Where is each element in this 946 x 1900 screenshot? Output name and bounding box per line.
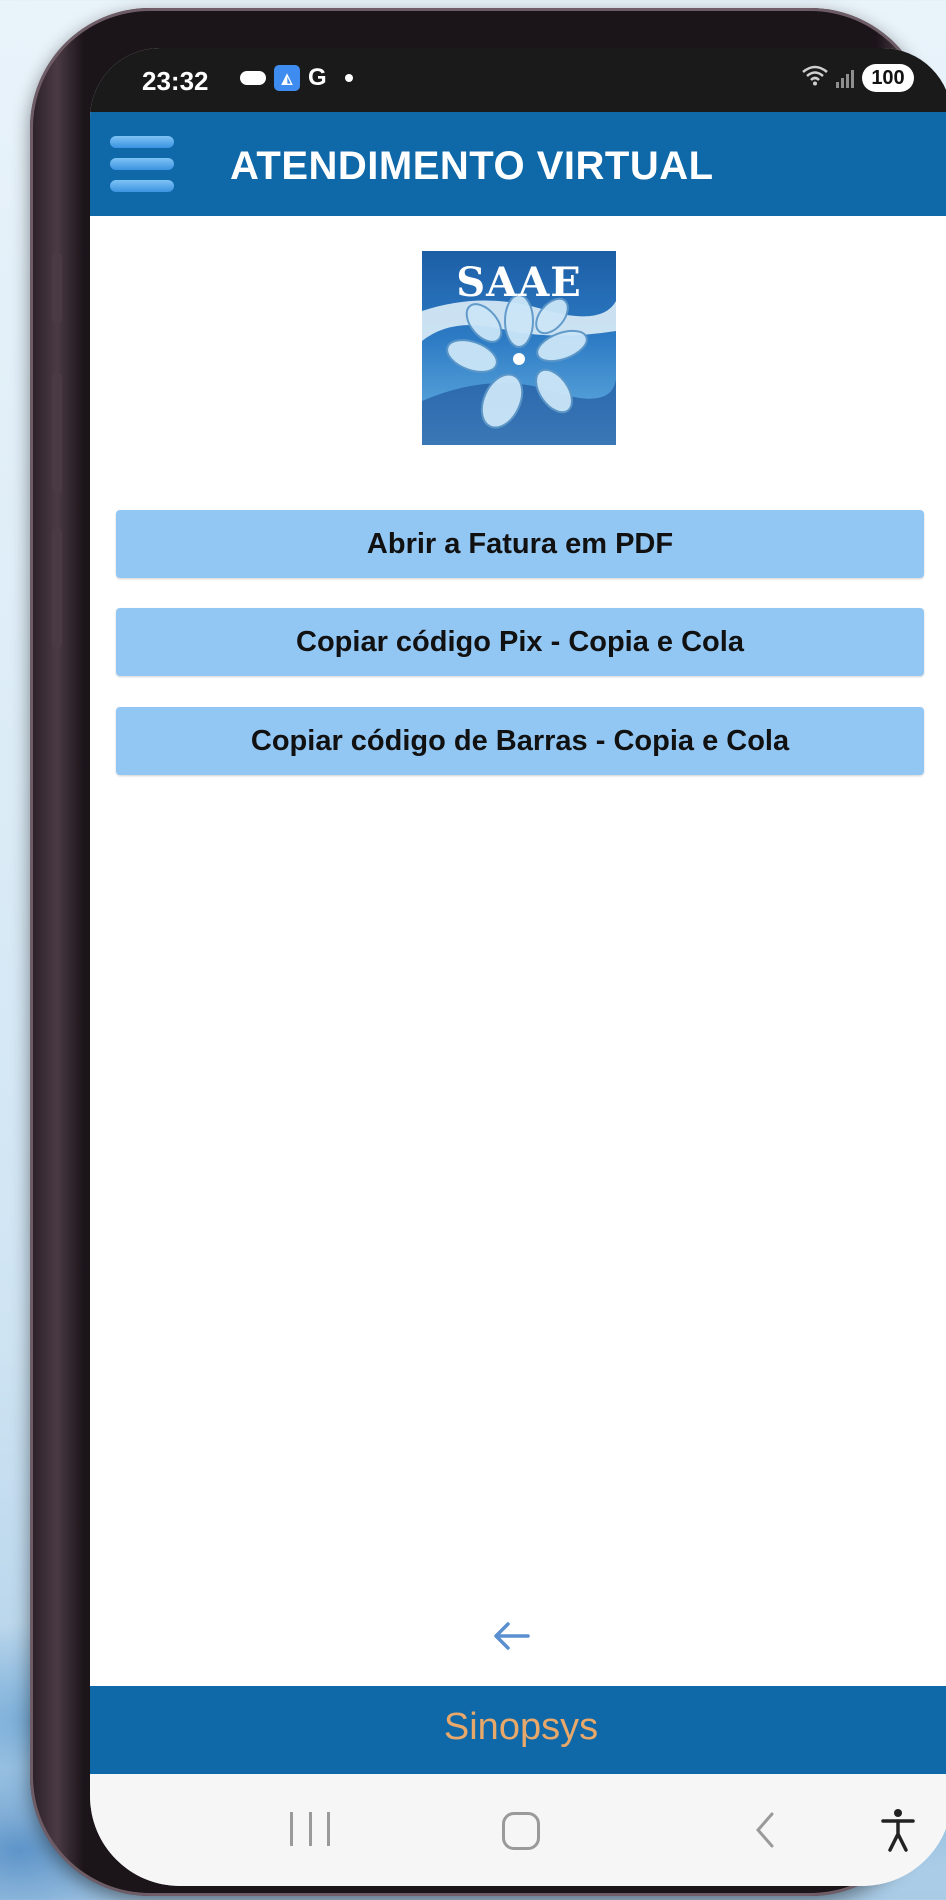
android-nav-bar [90, 1774, 946, 1886]
battery-icon: 100 [862, 64, 914, 92]
recent-apps-icon[interactable] [290, 1812, 330, 1848]
hamburger-menu-icon[interactable] [110, 132, 174, 196]
saae-logo: SAAE [422, 251, 616, 445]
open-invoice-pdf-button[interactable]: Abrir a Fatura em PDF [116, 510, 924, 578]
volume-down-button [52, 373, 62, 493]
status-time: 23:32 [142, 66, 209, 96]
phone-frame: 23:32 ◭ G 100 ATENDIMENTO VIRTUAL SAAE A… [30, 8, 946, 1896]
more-notifications-dot-icon [344, 74, 353, 82]
home-icon[interactable] [502, 1812, 540, 1850]
google-icon: G [308, 64, 327, 91]
wifi-icon [802, 64, 828, 92]
volume-up-button [52, 253, 62, 323]
status-bar: 23:32 ◭ G 100 [90, 48, 946, 112]
system-icons: 100 [802, 64, 914, 92]
footer-brand: Sinopsys [443, 1706, 599, 1748]
logo-text: SAAE [456, 259, 582, 306]
cloud-icon [240, 71, 266, 85]
power-button [52, 528, 62, 648]
gallery-app-icon: ◭ [274, 65, 300, 91]
app-bar: ATENDIMENTO VIRTUAL [90, 112, 946, 216]
back-arrow-icon[interactable] [482, 1616, 542, 1656]
footer: Sinopsys [90, 1686, 946, 1774]
phone-screen: 23:32 ◭ G 100 ATENDIMENTO VIRTUAL SAAE A… [90, 48, 946, 1886]
copy-pix-code-button[interactable]: Copiar código Pix - Copia e Cola [116, 608, 924, 676]
notification-icons: ◭ G [240, 64, 353, 92]
signal-icon [836, 68, 854, 88]
copy-barcode-button[interactable]: Copiar código de Barras - Copia e Cola [116, 707, 924, 775]
nav-back-icon[interactable] [750, 1810, 780, 1850]
accessibility-icon[interactable] [880, 1808, 916, 1852]
page-title: ATENDIMENTO VIRTUAL [230, 144, 714, 188]
